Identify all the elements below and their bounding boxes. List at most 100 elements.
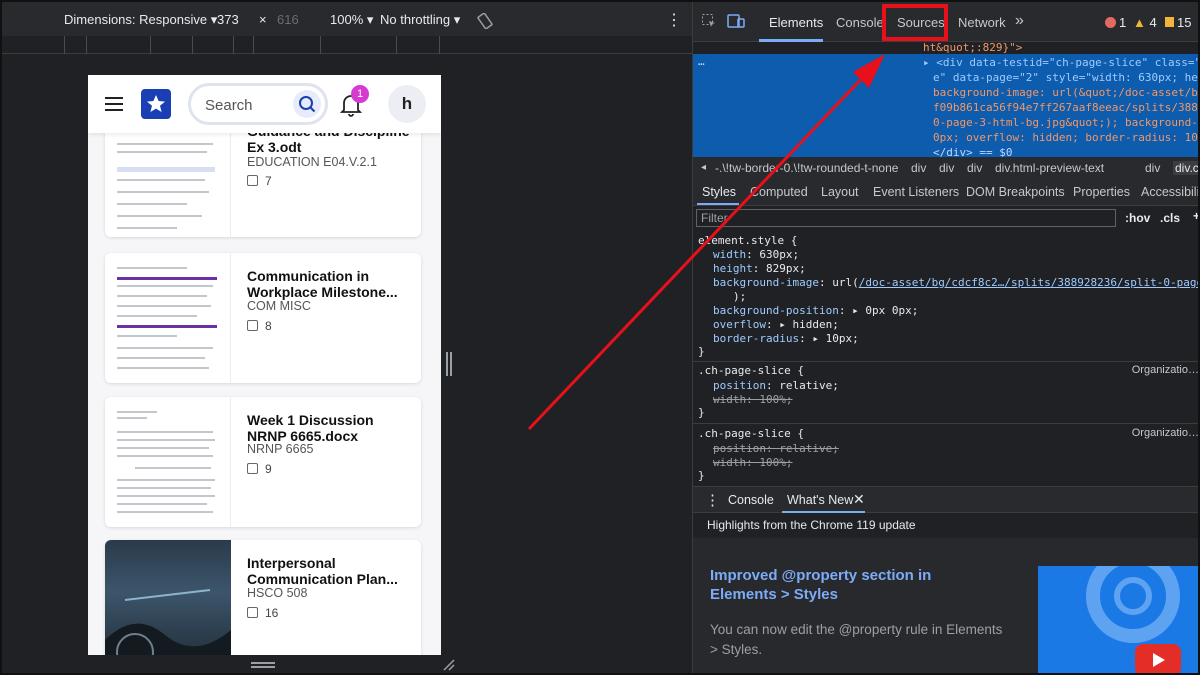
zoom-dropdown[interactable]: 100% ▾ [330,12,373,28]
logo-icon[interactable] [141,89,171,119]
document-thumbnail [105,397,231,527]
document-card[interactable]: Communication in Workplace Milestone... … [105,253,421,383]
document-course[interactable]: NRNP 6665 [247,442,313,456]
issues-count[interactable]: 15 [1165,15,1191,30]
device-toggle-icon[interactable] [727,13,745,32]
cls-toggle[interactable]: .cls [1160,211,1180,225]
drawer-menu-icon[interactable]: ⋮ [705,491,720,509]
breadcrumb-back-icon[interactable]: ◂ [701,162,706,173]
decl-background-position[interactable]: background-position: ▸ 0px 0px; [713,304,918,318]
rule-selector[interactable]: .ch-page-slice { [698,427,804,441]
tab-properties[interactable]: Properties [1073,185,1130,199]
decl-height[interactable]: height: 829px; [713,262,806,276]
dom-line[interactable]: </div> == $0 [933,145,1012,157]
search-placeholder: Search [205,97,253,114]
filter-input[interactable]: Filter [696,209,1116,227]
tab-accessibility[interactable]: Accessibility [1141,185,1198,199]
decl-background-image[interactable]: background-image: url(/doc-asset/bg/cdcf… [713,276,1198,290]
height-input[interactable]: 616 [277,12,299,27]
breadcrumb-item[interactable]: div [967,161,982,175]
dom-line[interactable]: e" data-page="2" style="width: 630px; he… [933,70,1198,85]
devtools-pane: Elements Console Sources Network » 1 ▲ 4… [692,2,1198,673]
document-title[interactable]: Communication in Workplace Milestone... [247,268,412,300]
breadcrumb-item[interactable]: div [911,161,926,175]
decl-overflow[interactable]: overflow: ▸ hidden; [713,318,839,332]
decl-width-overridden[interactable]: width: 100%; [713,393,793,407]
rule-close: } [698,469,705,482]
tab-console[interactable]: Console [836,15,884,30]
document-course[interactable]: HSCO 508 [247,586,307,600]
breadcrumb-item[interactable]: div [1145,161,1160,175]
warning-count[interactable]: ▲ 4 [1133,15,1157,30]
asset-link[interactable]: /doc-asset/bg/cdcf8c2…/splits/388928236/… [859,276,1198,289]
document-title[interactable]: Week 1 Discussion NRNP 6665.docx [247,412,412,444]
rule-close: } [698,345,705,358]
tab-computed[interactable]: Computed [750,185,808,199]
rotate-icon[interactable] [476,12,494,32]
tab-drawer-console[interactable]: Console [728,493,774,507]
whats-new-video-thumbnail[interactable] [1038,566,1198,673]
tab-elements[interactable]: Elements [769,15,823,30]
viewport-resize-handle[interactable] [446,352,452,376]
whats-new-body: You can now edit the @property rule in E… [710,622,1003,657]
whats-new-title[interactable]: Improved @property section in Elements >… [710,566,960,604]
rule-origin-link[interactable]: Organizatio… [1132,364,1198,378]
dom-ellipsis[interactable]: … [698,54,705,69]
dimensions-dropdown[interactable]: Dimensions: Responsive ▾ [64,12,217,28]
document-card[interactable]: Interpersonal Communication Plan... HSCO… [105,540,421,655]
error-count[interactable]: 1 [1105,15,1126,30]
hov-toggle[interactable]: :hov [1125,211,1150,225]
ruler-bottom [2,657,692,673]
tab-dom-breakpoints[interactable]: DOM Breakpoints [966,185,1065,199]
tab-styles[interactable]: Styles [702,185,736,199]
pages-icon [247,463,258,474]
document-course[interactable]: EDUCATION E04.V.2.1 [247,155,377,169]
dom-line[interactable]: f09b861ca56f94e7ff267aaf8eeac/splits/388… [933,100,1198,115]
youtube-play-icon[interactable] [1135,644,1181,673]
page-count: 16 [265,606,279,620]
drawer-tabbar: ⋮ Console What's New ✕ [693,486,1198,513]
decl-position-overridden[interactable]: position: relative; [713,442,839,456]
tab-event-listeners[interactable]: Event Listeners [873,185,959,199]
tab-network[interactable]: Network [958,15,1006,30]
tab-layout[interactable]: Layout [821,185,859,199]
breadcrumb-item-selected[interactable]: div.ch [1173,161,1198,175]
document-title[interactable]: Interpersonal Communication Plan... [247,555,412,587]
decl-width-overridden[interactable]: width: 100%; [713,456,793,470]
decl-position[interactable]: position: relative; [713,379,839,393]
breadcrumb-item[interactable]: -.\!tw-border-0.\!tw-rounded-t-none [715,161,898,175]
more-tabs-icon[interactable]: » [1015,12,1024,30]
pages-icon [247,175,258,186]
avatar[interactable]: h [388,85,426,123]
viewport-height-handle[interactable] [251,662,275,668]
breadcrumb-item[interactable]: div.html-preview-text [995,161,1104,175]
throttle-dropdown[interactable]: No throttling ▾ [380,12,460,28]
new-rule-icon[interactable]: + [1193,209,1198,223]
document-course[interactable]: COM MISC [247,299,311,313]
dom-line[interactable]: ▸ <div data-testid="ch-page-slice" class… [923,55,1198,70]
issues-icon [1165,17,1174,27]
menu-icon[interactable] [105,97,123,111]
dom-line[interactable]: 0-page-3-html-bg.jpg&quot;); background-… [933,115,1198,130]
close-icon[interactable]: ✕ [853,491,865,508]
more-options-icon[interactable]: ⋮ [666,10,682,30]
document-card[interactable]: Week 1 Discussion NRNP 6665.docx NRNP 66… [105,397,421,527]
decl-border-radius[interactable]: border-radius: ▸ 10px; [713,332,859,346]
notification-badge: 1 [351,85,369,103]
decl-width[interactable]: width: 630px; [713,248,799,262]
rule-selector[interactable]: element.style { [698,234,797,248]
dom-line[interactable]: background-image: url(&quot;/doc-asset/b… [933,85,1198,100]
rule-selector[interactable]: .ch-page-slice { [698,364,804,378]
dom-line[interactable]: ht&quot;:829}"> [923,42,1022,55]
search-icon[interactable] [293,90,321,118]
page-count: 8 [265,319,272,333]
dimension-separator: × [259,12,267,27]
tab-whats-new[interactable]: What's New [787,493,853,507]
dom-line[interactable]: 0px; overflow: hidden; border-radius: 10… [933,130,1198,145]
inspect-element-icon[interactable] [701,13,717,32]
rule-origin-link[interactable]: Organizatio… [1132,427,1198,441]
breadcrumb-item[interactable]: div [939,161,954,175]
search-input[interactable]: Search [188,83,328,125]
corner-resize-icon[interactable] [442,658,456,672]
width-input[interactable]: 373 [217,12,239,27]
